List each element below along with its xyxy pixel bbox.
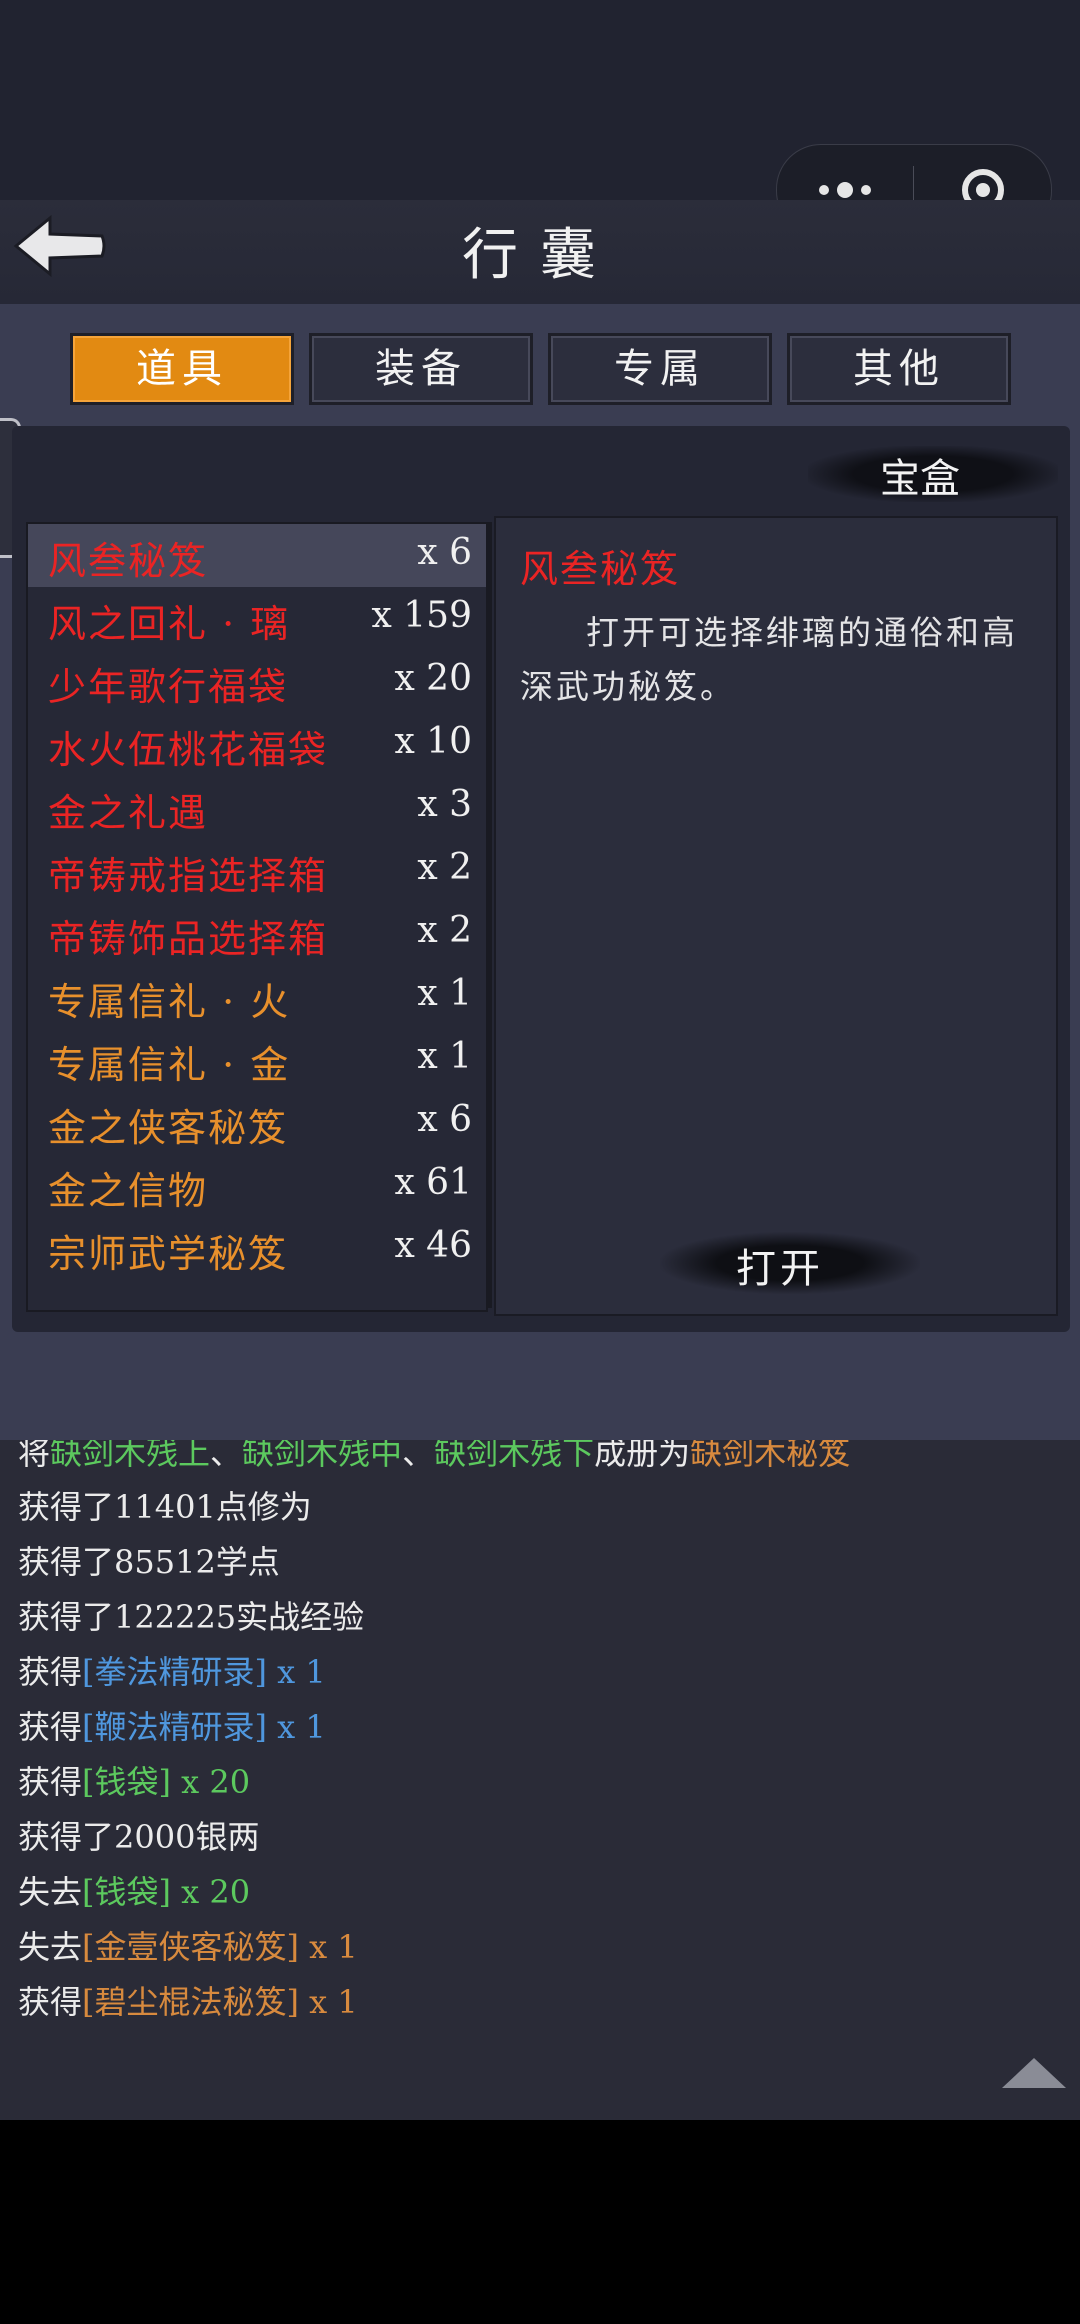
- log-qty: x 1: [299, 1928, 358, 1966]
- detail-title: 风叁秘笈: [520, 547, 681, 591]
- log-item: 缺剑木秘笈: [690, 1440, 851, 1472]
- scroll-up-icon[interactable]: [1002, 2058, 1066, 2088]
- log-item: [鞭法精研录]: [82, 1708, 267, 1746]
- item-name: 水火伍桃花福袋: [48, 728, 329, 772]
- log-text: 获得: [18, 1653, 83, 1691]
- log-text: 失去: [18, 1928, 83, 1966]
- list-item[interactable]: 金之侠客秘笈 x 6: [28, 1091, 486, 1154]
- log-text: 获得了2000银两: [18, 1818, 260, 1856]
- log-line: 获得了2000银两: [18, 1812, 259, 1858]
- item-quantity: x 1: [417, 1036, 472, 1077]
- item-quantity: x 46: [394, 1225, 472, 1266]
- log-item: [钱袋]: [82, 1763, 171, 1801]
- log-text: 、: [402, 1440, 435, 1472]
- list-item[interactable]: 专属信礼 · 金 x 1: [28, 1028, 486, 1091]
- item-name: 少年歌行福袋: [48, 665, 289, 709]
- item-quantity: x 159: [371, 595, 472, 636]
- list-item[interactable]: 专属信礼 · 火 x 1: [28, 965, 486, 1028]
- log-line: 获得[拳法精研录] x 1: [18, 1647, 326, 1693]
- item-quantity: x 2: [417, 847, 472, 888]
- list-item[interactable]: 风之回礼 · 璃 x 159: [28, 587, 486, 650]
- item-name: 风叁秘笈: [48, 539, 209, 583]
- item-name: 帝铸饰品选择箱: [48, 917, 329, 961]
- detail-description: 打开可选择绯璃的通俗和高深武功秘笈。: [520, 613, 1018, 706]
- list-item[interactable]: 帝铸饰品选择箱 x 2: [28, 902, 486, 965]
- more-icon[interactable]: [777, 182, 913, 198]
- item-list[interactable]: 风叁秘笈 x 6 风之回礼 · 璃 x 159 少年歌行福袋 x 20 水火伍桃花福袋…: [26, 522, 488, 1312]
- log-text: 失去: [18, 1873, 83, 1911]
- list-item[interactable]: 少年歌行福袋 x 20: [28, 650, 486, 713]
- tab-other[interactable]: 其他: [787, 333, 1011, 405]
- log-line: 获得[钱袋] x 20: [18, 1757, 250, 1803]
- item-name: 金之侠客秘笈: [48, 1106, 289, 1150]
- panel-divider: [486, 522, 492, 1308]
- page-title: 行囊: [462, 223, 618, 288]
- log-line: 失去[金壹侠客秘笈] x 1: [18, 1922, 358, 1968]
- log-item: 缺剑木残上: [50, 1440, 211, 1472]
- log-item: [金壹侠客秘笈]: [82, 1928, 299, 1966]
- log-line: 将缺剑木残上、缺剑木残中、缺剑木残下成册为缺剑木秘笈: [18, 1440, 850, 1474]
- list-item[interactable]: 帝铸戒指选择箱 x 2: [28, 839, 486, 902]
- open-button[interactable]: 打开: [700, 1236, 860, 1294]
- item-name: 金之信物: [48, 1169, 209, 1213]
- item-quantity: x 6: [417, 532, 472, 573]
- log-qty: x 20: [171, 1763, 251, 1801]
- log-text: 获得了85512学点: [18, 1543, 280, 1581]
- list-item[interactable]: 金之礼遇 x 3: [28, 776, 486, 839]
- log-qty: x 1: [267, 1708, 326, 1746]
- item-detail-panel: 风叁秘笈 打开可选择绯璃的通俗和高深武功秘笈。: [494, 516, 1058, 1316]
- tab-items[interactable]: 道具: [70, 333, 294, 405]
- list-item[interactable]: 宗师武学秘笈 x 46: [28, 1217, 486, 1280]
- item-name: 帝铸戒指选择箱: [48, 854, 329, 898]
- log-text: 、: [210, 1440, 243, 1472]
- tab-exclusive[interactable]: 专属: [548, 333, 772, 405]
- log-text: 获得: [18, 1763, 83, 1801]
- log-line: 获得[碧尘棍法秘笈] x 1: [18, 1977, 358, 2023]
- log-line: 失去[钱袋] x 20: [18, 1867, 250, 1913]
- log-text: 获得: [18, 1708, 83, 1746]
- item-quantity: x 20: [394, 658, 472, 699]
- log-text: 成册为: [594, 1440, 691, 1472]
- log-qty: x 1: [267, 1653, 326, 1691]
- log-line: 获得了11401点修为: [18, 1482, 312, 1528]
- log-item: 缺剑木残中: [242, 1440, 403, 1472]
- item-name: 金之礼遇: [48, 791, 209, 835]
- log-qty: x 20: [171, 1873, 251, 1911]
- item-name: 风之回礼 · 璃: [48, 602, 291, 646]
- list-item[interactable]: 金之信物 x 61: [28, 1154, 486, 1217]
- tab-equipment[interactable]: 装备: [309, 333, 533, 405]
- list-item[interactable]: 风叁秘笈 x 6: [28, 524, 486, 587]
- log-text: 获得: [18, 1983, 83, 2021]
- message-log[interactable]: 将缺剑木残上、缺剑木残中、缺剑木残下成册为缺剑木秘笈 获得了11401点修为 获…: [0, 1440, 1080, 2120]
- item-quantity: x 1: [417, 973, 472, 1014]
- log-text: 获得了11401点修为: [18, 1488, 312, 1526]
- log-item: [钱袋]: [82, 1873, 171, 1911]
- item-quantity: x 61: [394, 1162, 472, 1203]
- log-item: [碧尘棍法秘笈]: [82, 1983, 299, 2021]
- item-quantity: x 6: [417, 1099, 472, 1140]
- log-text: 将: [18, 1440, 51, 1472]
- log-qty: x 1: [299, 1983, 358, 2021]
- log-line: 获得了85512学点: [18, 1537, 280, 1583]
- log-item: 缺剑木残下: [434, 1440, 595, 1472]
- item-name: 专属信礼 · 火: [48, 980, 291, 1024]
- item-quantity: x 3: [417, 784, 472, 825]
- log-item: [拳法精研录]: [82, 1653, 267, 1691]
- category-label: 宝盒: [880, 456, 960, 502]
- item-quantity: x 10: [394, 721, 472, 762]
- log-line: 获得[鞭法精研录] x 1: [18, 1702, 326, 1748]
- list-item[interactable]: 水火伍桃花福袋 x 10: [28, 713, 486, 776]
- log-text: 获得了122225实战经验: [18, 1598, 365, 1636]
- item-quantity: x 2: [417, 910, 472, 951]
- item-name: 专属信礼 · 金: [48, 1043, 291, 1087]
- log-line: 获得了122225实战经验: [18, 1592, 364, 1638]
- item-name: 宗师武学秘笈: [48, 1232, 289, 1276]
